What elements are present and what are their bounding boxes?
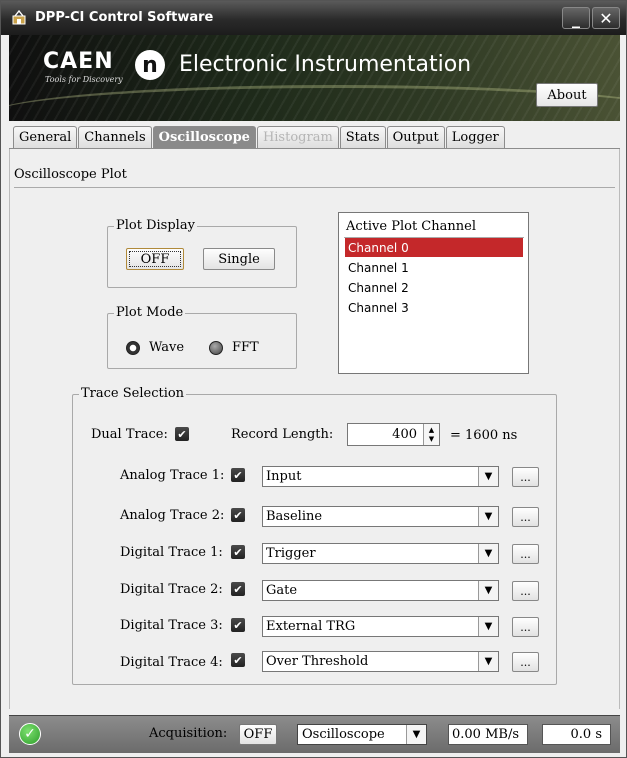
digital-trace-3-select[interactable]: External TRG ▼ — [262, 616, 499, 637]
elapsed-time-readout: 0.0 s — [542, 724, 611, 745]
checkmark-icon: ✔ — [233, 653, 243, 667]
chevron-down-icon[interactable]: ▼ — [478, 467, 498, 486]
analog-trace-2-options-button[interactable]: ... — [512, 507, 539, 527]
tab-output[interactable]: Output — [386, 126, 445, 148]
record-length-label: Record Length: — [231, 427, 334, 442]
minimize-button[interactable]: _ — [562, 7, 590, 29]
tab-general[interactable]: General — [13, 126, 78, 148]
record-length-value: 400 — [392, 427, 417, 442]
trace-selection-label: Trace Selection — [79, 386, 187, 401]
analog-trace-2-select[interactable]: Baseline ▼ — [262, 506, 499, 527]
caen-logo: CAEN — [43, 49, 114, 74]
section-title: Oscilloscope Plot — [14, 167, 127, 182]
section-divider — [14, 187, 615, 188]
digital-trace-3-checkbox[interactable]: ✔ — [231, 618, 245, 632]
checkmark-icon: ✔ — [233, 618, 243, 632]
analog-trace-2-checkbox[interactable]: ✔ — [231, 508, 245, 522]
chevron-down-icon[interactable]: ▼ — [478, 617, 498, 636]
digital-trace-2-checkbox[interactable]: ✔ — [231, 582, 245, 596]
app-window: DPP-CI Control Software _ ✕ CAEN Tools f… — [0, 0, 627, 758]
chevron-down-icon[interactable]: ▼ — [478, 507, 498, 526]
dual-trace-checkbox[interactable]: ✔ — [175, 427, 189, 441]
tab-bar: General Channels Oscilloscope Histogram … — [13, 126, 506, 148]
channel-list-item[interactable]: Channel 1 — [345, 258, 523, 277]
banner-swoosh-decoration — [9, 85, 620, 121]
analog-trace-2-value: Baseline — [266, 509, 323, 524]
tab-histogram: Histogram — [256, 126, 339, 148]
record-length-ns: = 1600 ns — [450, 428, 518, 443]
tab-stats[interactable]: Stats — [339, 126, 386, 148]
digital-trace-2-value: Gate — [266, 583, 298, 598]
chevron-down-icon[interactable]: ▼ — [478, 581, 498, 600]
wave-radio-label: Wave — [149, 340, 185, 355]
digital-trace-1-options-button[interactable]: ... — [512, 544, 539, 564]
digital-trace-1-select[interactable]: Trigger ▼ — [262, 543, 499, 564]
plot-mode-label: Plot Mode — [114, 305, 186, 320]
tab-oscilloscope[interactable]: Oscilloscope — [152, 126, 256, 148]
checkmark-icon: ✔ — [233, 582, 243, 596]
acquisition-label: Acquisition: — [149, 726, 228, 741]
chevron-down-icon[interactable]: ▼ — [406, 725, 426, 744]
wave-radio[interactable] — [126, 341, 140, 355]
analog-trace-2-label: Analog Trace 2: — [120, 508, 225, 523]
active-plot-channel-list: Active Plot Channel Channel 0 Channel 1 … — [338, 212, 529, 374]
digital-trace-4-value: Over Threshold — [266, 654, 369, 669]
close-button[interactable]: ✕ — [592, 7, 620, 29]
data-rate-readout: 0.00 MB/s — [448, 724, 528, 745]
dual-trace-label: Dual Trace: — [91, 427, 168, 442]
analog-trace-1-select[interactable]: Input ▼ — [262, 466, 499, 487]
digital-trace-2-options-button[interactable]: ... — [512, 581, 539, 601]
analog-trace-1-checkbox[interactable]: ✔ — [231, 468, 245, 482]
analog-trace-1-label: Analog Trace 1: — [120, 468, 225, 483]
caen-logo-tagline: Tools for Discovery — [45, 75, 123, 84]
fft-radio-label: FFT — [232, 340, 259, 355]
banner-title: Electronic Instrumentation — [179, 52, 472, 77]
plot-off-button[interactable]: OFF — [126, 248, 184, 270]
digital-trace-2-select[interactable]: Gate ▼ — [262, 580, 499, 601]
digital-trace-1-checkbox[interactable]: ✔ — [231, 545, 245, 559]
plot-display-label: Plot Display — [114, 218, 197, 233]
acquisition-toggle-button[interactable]: OFF — [239, 724, 277, 745]
digital-trace-4-select[interactable]: Over Threshold ▼ — [262, 651, 499, 672]
digital-trace-3-value: External TRG — [266, 619, 356, 634]
checkmark-icon: ✔ — [177, 427, 187, 441]
digital-trace-4-options-button[interactable]: ... — [512, 652, 539, 672]
plot-single-button[interactable]: Single — [203, 248, 275, 270]
acquisition-mode-select[interactable]: Oscilloscope ▼ — [297, 724, 427, 745]
status-ok-icon: ✓ — [19, 723, 41, 745]
acquisition-mode-value: Oscilloscope — [302, 727, 385, 742]
channel-list-item[interactable]: Channel 2 — [345, 278, 523, 297]
active-plot-channel-label: Active Plot Channel — [346, 219, 476, 234]
digital-trace-1-value: Trigger — [266, 546, 316, 561]
caen-logo-mark: n — [135, 50, 165, 80]
digital-trace-4-label: Digital Trace 4: — [120, 655, 223, 670]
checkmark-icon: ✔ — [233, 508, 243, 522]
checkmark-icon: ✔ — [233, 545, 243, 559]
about-button[interactable]: About — [536, 83, 598, 107]
spinner-arrows-icon[interactable]: ▲ ▼ — [423, 424, 439, 445]
tab-logger[interactable]: Logger — [445, 126, 505, 148]
channel-list-item[interactable]: Channel 0 — [345, 238, 523, 257]
status-bar: ✓ Acquisition: OFF Oscilloscope ▼ 0.00 M… — [9, 715, 620, 753]
digital-trace-1-label: Digital Trace 1: — [120, 545, 223, 560]
tab-channels[interactable]: Channels — [78, 126, 152, 148]
chevron-down-icon[interactable]: ▼ — [478, 652, 498, 671]
channel-list-item[interactable]: Channel 3 — [345, 298, 523, 317]
checkmark-icon: ✔ — [233, 468, 243, 482]
digital-trace-3-options-button[interactable]: ... — [512, 617, 539, 637]
chevron-down-icon[interactable]: ▼ — [478, 544, 498, 563]
title-bar[interactable]: DPP-CI Control Software _ ✕ — [1, 1, 626, 35]
digital-trace-3-label: Digital Trace 3: — [120, 618, 223, 633]
analog-trace-1-options-button[interactable]: ... — [512, 467, 539, 487]
fft-radio[interactable] — [209, 341, 223, 355]
caen-banner: CAEN Tools for Discovery n Electronic In… — [9, 35, 620, 121]
window-title: DPP-CI Control Software — [35, 10, 214, 25]
record-length-spinner[interactable]: 400 ▲ ▼ — [347, 423, 440, 446]
digital-trace-2-label: Digital Trace 2: — [120, 582, 223, 597]
analog-trace-1-value: Input — [266, 469, 302, 484]
digital-trace-4-checkbox[interactable]: ✔ — [231, 653, 245, 667]
app-icon — [12, 10, 26, 25]
